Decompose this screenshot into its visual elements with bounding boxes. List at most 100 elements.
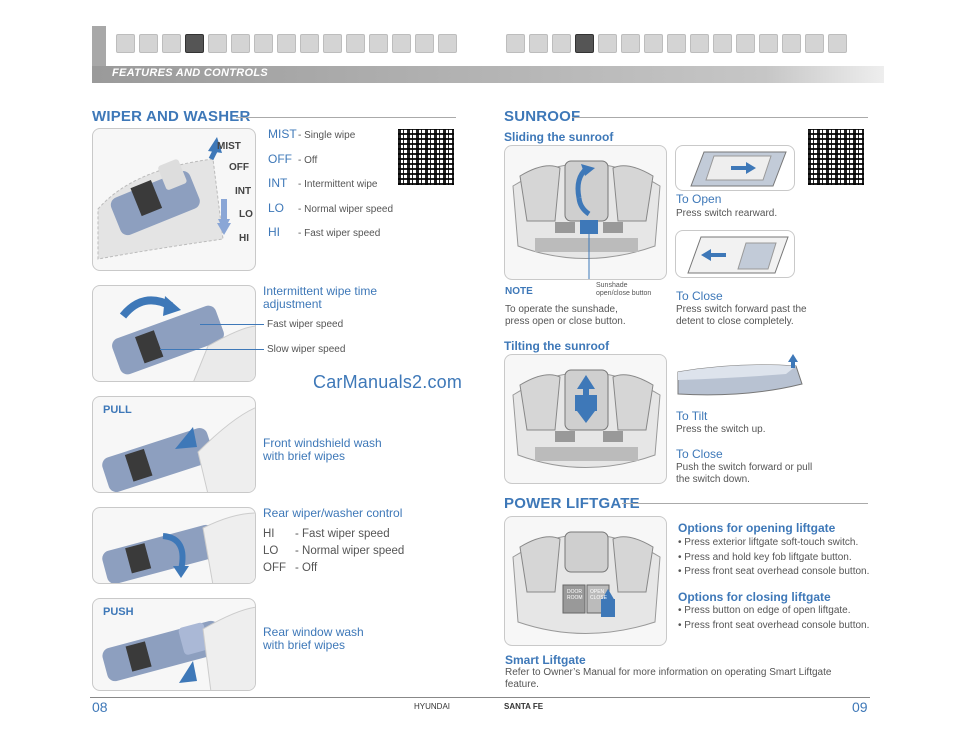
rear-item-key: OFF xyxy=(263,562,286,574)
fast-speed-label: Fast wiper speed xyxy=(267,319,344,330)
rear-wash-image: PUSH xyxy=(92,598,256,691)
front-wash-image: PULL xyxy=(92,396,256,493)
mode-row: MIST - Single wipe xyxy=(268,127,393,152)
sliding-sunroof-image xyxy=(504,145,667,280)
feature-icon xyxy=(277,34,296,53)
sunroof-feature-icon xyxy=(575,34,594,53)
liftgate-section-title: POWER LIFTGATE xyxy=(504,495,640,512)
page-number-left: 08 xyxy=(92,699,108,715)
tilting-sunroof-title: Tilting the sunroof xyxy=(504,339,610,353)
intermittent-image xyxy=(92,285,256,382)
stalk-label-hi: HI xyxy=(239,233,249,244)
qr-code-sunroof xyxy=(808,129,864,185)
smart-line1: Refer to Owner’s Manual for more informa… xyxy=(505,667,832,678)
closing-options-list: • Press button on edge of open liftgate.… xyxy=(678,604,869,633)
to-close-title: To Close xyxy=(676,289,723,303)
section-header: FEATURES AND CONTROLS xyxy=(112,67,269,79)
to-close-desc: Press switch forward past the detent to … xyxy=(676,304,807,328)
note-line1: To operate the sunshade, xyxy=(505,304,618,315)
feature-icon xyxy=(231,34,250,53)
feature-icon xyxy=(438,34,457,53)
feature-icon xyxy=(300,34,319,53)
feature-icon xyxy=(346,34,365,53)
feature-icon xyxy=(598,34,617,53)
sunshade-label-line2: open/close button xyxy=(596,290,652,297)
footer-rule xyxy=(90,697,870,698)
feature-icon-row-right xyxy=(506,34,847,54)
mode-desc: - Off xyxy=(298,154,318,166)
rear-item: HI - Fast wiper speed xyxy=(263,528,404,545)
rear-item-key: LO xyxy=(263,545,279,557)
feature-icon xyxy=(713,34,732,53)
tilt-close-desc: Push the switch forward or pull the swit… xyxy=(676,462,812,486)
mode-key: MIST xyxy=(268,127,297,141)
front-wash-line2: with brief wipes xyxy=(263,449,346,463)
opening-option: • Press and hold key fob liftgate button… xyxy=(678,551,852,563)
intermittent-title-line2: adjustment xyxy=(263,297,322,311)
rear-item-key: HI xyxy=(263,528,275,540)
opening-options-list: • Press exterior liftgate soft-touch swi… xyxy=(678,536,869,580)
rear-control-list: HI - Fast wiper speed LO - Normal wiper sp… xyxy=(263,528,404,579)
mode-row: HI - Fast wiper speed xyxy=(268,225,393,250)
title-rule xyxy=(236,117,456,118)
stalk-label-lo: LO xyxy=(239,209,253,220)
wiper-feature-icon xyxy=(185,34,204,53)
sunroof-tilt-image xyxy=(676,354,804,402)
mode-desc: - Intermittent wipe xyxy=(298,179,378,190)
mode-key: INT xyxy=(268,176,288,190)
rear-item: OFF - Off xyxy=(263,562,404,579)
feature-icon xyxy=(369,34,388,53)
intermittent-title: Intermittent wipe time adjustment xyxy=(263,285,377,311)
mode-key: LO xyxy=(268,200,285,215)
wiper-section-title: WIPER AND WASHER xyxy=(92,108,251,125)
page-number-right: 09 xyxy=(852,699,868,715)
liftgate-console-image: DOOR ROOM OPEN CLOSE xyxy=(504,516,667,646)
closing-options-title: Options for closing liftgate xyxy=(678,590,831,604)
feature-icon xyxy=(644,34,663,53)
watermark: CarManuals2.com xyxy=(313,372,463,392)
feature-icon xyxy=(162,34,181,53)
footer-model: SANTA FE xyxy=(504,702,544,711)
mode-key: HI xyxy=(268,225,280,239)
console-open-close: OPEN CLOSE xyxy=(590,589,607,601)
feature-icon xyxy=(690,34,709,53)
wiper-stalk-image: MIST OFF INT LO HI xyxy=(92,128,256,271)
push-label: PUSH xyxy=(103,606,134,618)
feature-icon xyxy=(415,34,434,53)
rear-control-title: Rear wiper/washer control xyxy=(263,506,403,520)
smart-line2: feature. xyxy=(505,679,539,690)
sunshade-callout: Sunshade open/close button xyxy=(596,282,651,298)
opening-options-title: Options for opening liftgate xyxy=(678,521,836,535)
sunroof-section-title: SUNROOF xyxy=(504,108,581,125)
to-tilt-desc: Press the switch up. xyxy=(676,424,766,435)
opening-option: • Press front seat overhead console butt… xyxy=(678,566,870,577)
rear-item-desc: - Fast wiper speed xyxy=(295,528,390,540)
stalk-label-mist: MIST xyxy=(217,141,241,152)
tilt-close-line2: the switch down. xyxy=(676,474,750,485)
mode-desc: - Normal wiper speed xyxy=(298,203,394,215)
mode-desc: - Single wipe xyxy=(298,130,356,141)
note-line2: press open or close button. xyxy=(505,316,626,327)
sunroof-open-image xyxy=(675,145,795,191)
to-close-line2: detent to close completely. xyxy=(676,316,794,327)
sliding-sunroof-title: Sliding the sunroof xyxy=(504,130,614,144)
feature-icon xyxy=(139,34,158,53)
slow-speed-label: Slow wiper speed xyxy=(267,344,346,355)
feature-icon xyxy=(552,34,571,53)
rear-wash-title: Rear window wash with brief wipes xyxy=(263,626,364,652)
title-rule xyxy=(572,117,868,118)
console-room-label: ROOM xyxy=(567,595,583,601)
feature-icon-row-left xyxy=(116,34,457,54)
console-close-label: CLOSE xyxy=(590,595,607,601)
feature-icon xyxy=(116,34,135,53)
opening-option: • Press exterior liftgate soft-touch swi… xyxy=(678,537,859,548)
console-door-room: DOOR ROOM xyxy=(567,589,583,601)
slow-leader-line xyxy=(160,349,264,350)
note-text: To operate the sunshade, press open or c… xyxy=(505,304,626,328)
closing-option: • Press front seat overhead console butt… xyxy=(678,619,870,631)
feature-icon xyxy=(323,34,342,53)
feature-icon xyxy=(759,34,778,53)
mode-row: LO - Normal wiper speed xyxy=(268,201,393,226)
mode-desc: - Fast wiper speed xyxy=(298,228,381,239)
rear-control-image xyxy=(92,507,256,584)
